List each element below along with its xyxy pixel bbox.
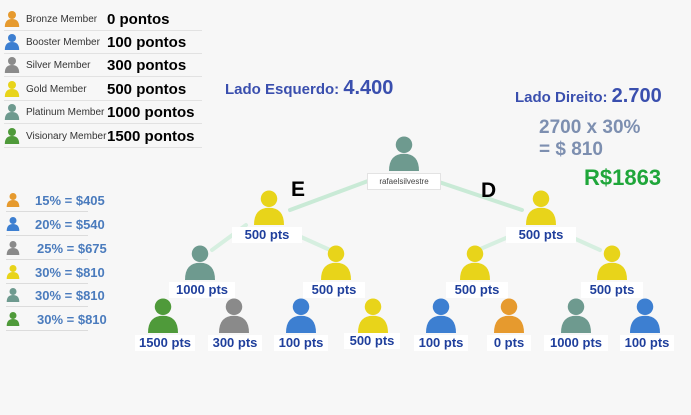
connector-root-right — [434, 179, 524, 212]
member-icon — [148, 298, 178, 333]
platinum-member-icon — [4, 104, 20, 120]
member-icon — [185, 245, 215, 280]
legend-name: Platinum Member — [26, 106, 105, 118]
member-icon — [526, 190, 556, 225]
legend-points: 1000 pontos — [107, 103, 195, 121]
percent-text: 30% = $810 — [35, 287, 105, 303]
legend-points: 1500 pontos — [107, 127, 195, 145]
member-icon — [358, 298, 388, 333]
platinum-member-icon — [6, 288, 20, 302]
percent-text: 25% = $675 — [37, 240, 107, 256]
member-icon — [321, 245, 351, 280]
legend-row-gold: Gold Member 500 pontos — [4, 78, 202, 101]
legend-row-booster: Booster Member 100 pontos — [4, 31, 202, 54]
bronze-member-icon — [6, 193, 20, 207]
visionary-member-icon — [4, 128, 20, 144]
member-points: 1500 pts — [135, 335, 195, 351]
legend-row-platinum: Platinum Member 1000 pontos — [4, 101, 202, 124]
bronze-member-icon — [4, 11, 20, 27]
legend-points: 300 pontos — [107, 56, 187, 74]
legend-name: Bronze Member — [26, 13, 98, 25]
member-icon — [426, 298, 456, 333]
legend-points: 500 pontos — [107, 80, 187, 98]
percent-text: 15% = $405 — [35, 192, 105, 208]
legend-name: Silver Member — [26, 59, 91, 71]
member-icon — [630, 298, 660, 333]
legend-points: 100 pontos — [107, 33, 187, 51]
booster-member-icon — [6, 217, 20, 231]
left-side-value: 4.400 — [343, 77, 394, 99]
member-icon — [561, 298, 591, 333]
percent-text: 20% = $540 — [35, 216, 105, 232]
member-points: 500 pts — [344, 333, 400, 349]
percent-row: 25% = $675 — [6, 237, 107, 260]
right-side-value: 2.700 — [611, 85, 662, 107]
legend-points: 0 pontos — [107, 10, 170, 28]
calculation-line-2: = $ 810 — [539, 139, 603, 160]
root-username: rafaelsilvestre — [367, 173, 441, 190]
percent-row: 20% = $540 — [6, 213, 105, 236]
member-points: 100 pts — [620, 335, 674, 351]
member-points: 1000 pts — [544, 335, 608, 351]
left-side-label: Lado Esquerdo: — [225, 81, 340, 98]
member-points: 100 pts — [274, 335, 328, 351]
legend-name: Gold Member — [26, 83, 87, 95]
gold-member-icon — [4, 81, 20, 97]
member-icon — [460, 245, 490, 280]
member-points: 500 pts — [506, 227, 576, 243]
member-icon — [219, 298, 249, 333]
percent-text: 30% = $810 — [35, 264, 105, 280]
member-icon — [494, 298, 524, 333]
visionary-member-icon — [6, 312, 20, 326]
silver-member-icon — [6, 241, 20, 255]
silver-member-icon — [4, 57, 20, 73]
branch-label-left: E — [291, 178, 306, 201]
left-side-total: Lado Esquerdo: 4.400 — [225, 77, 393, 100]
right-side-label: Lado Direito: — [515, 89, 608, 106]
legend-name: Visionary Member — [26, 130, 107, 142]
legend-name: Booster Member — [26, 36, 100, 48]
member-points: 300 pts — [208, 335, 262, 351]
branch-label-right: D — [481, 179, 497, 202]
member-points: 500 pts — [232, 227, 302, 243]
right-side-total: Lado Direito: 2.700 — [515, 85, 662, 108]
percent-row: 30% = $810 — [6, 261, 105, 284]
gold-member-icon — [6, 265, 20, 279]
percent-row: 15% = $405 — [6, 189, 105, 212]
percent-row: 30% = $810 — [6, 308, 107, 331]
calculation: 2700 x 30% = $ 810 — [539, 117, 640, 161]
root-member-icon — [389, 136, 419, 171]
percent-text: 30% = $810 — [37, 311, 107, 327]
calculation-line-1: 2700 x 30% — [539, 117, 641, 138]
member-points: 100 pts — [414, 335, 468, 351]
legend-row-visionary: Visionary Member 1500 pontos — [4, 125, 202, 148]
member-icon — [254, 190, 284, 225]
member-icon — [286, 298, 316, 333]
percent-row: 30% = $810 — [6, 284, 105, 307]
grand-total: R$1863 — [584, 165, 662, 190]
legend-row-silver: Silver Member 300 pontos — [4, 54, 202, 77]
member-points: 0 pts — [487, 335, 531, 351]
legend-row-bronze: Bronze Member 0 pontos — [4, 8, 202, 31]
member-icon — [597, 245, 627, 280]
booster-member-icon — [4, 34, 20, 50]
